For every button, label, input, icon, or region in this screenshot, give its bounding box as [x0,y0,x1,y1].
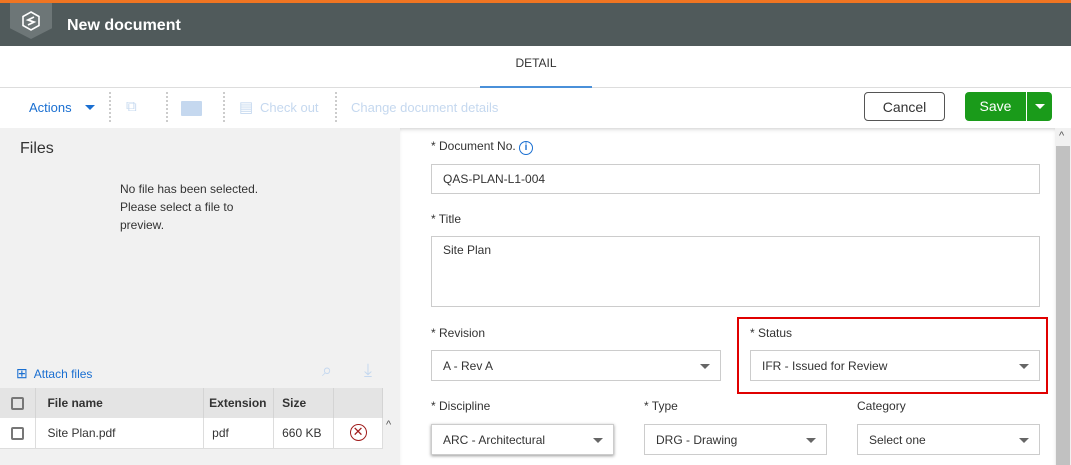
document-no-input[interactable]: QAS-PLAN-L1-004 [431,164,1040,194]
detail-form: * Document No. i QAS-PLAN-L1-004 * Title… [400,128,1055,465]
file-extension: pdf [203,418,275,449]
change-document-details-button[interactable]: Change document details [351,100,498,115]
scroll-up-icon[interactable]: ^ [1059,130,1064,142]
select-all-checkbox[interactable] [11,397,24,411]
page-title: New document [67,17,181,34]
files-table: File name Extension Size Site Plan.pdf p… [0,388,383,449]
title-textarea[interactable]: Site Plan [431,236,1040,307]
scrollbar-thumb[interactable] [1056,146,1070,465]
row-checkbox[interactable] [11,426,24,440]
table-header: File name Extension Size [0,388,383,418]
title-label: * Title [431,212,462,226]
download-icon[interactable]: ⤓ [364,360,372,381]
app-header: New document [0,0,1071,46]
chevron-down-icon[interactable] [85,105,95,110]
checkout-icon[interactable]: ▤ [239,98,253,116]
remove-file-icon[interactable]: ✕ [349,424,367,442]
save-options-button[interactable] [1027,92,1052,121]
discipline-select[interactable]: ARC - Architectural [431,424,614,455]
tab-bar: DETAIL [0,46,1071,88]
column-extension[interactable]: Extension [203,388,275,418]
table-row[interactable]: Site Plan.pdf pdf 660 KB ✕ [0,418,383,449]
files-heading: Files [20,140,54,157]
files-panel: Files No file has been selected. Please … [0,128,400,465]
chevron-down-icon [1034,104,1045,109]
save-button[interactable]: Save [965,92,1027,121]
attach-icon: ⊞ [16,365,28,381]
toolbar: Actions ⧉ ▤ Check out Change document de… [0,88,1071,128]
column-size[interactable]: Size [273,388,335,418]
type-label: * Type [644,399,678,413]
info-icon[interactable]: i [519,141,534,155]
file-size: 660 KB [273,418,335,449]
preview-icon[interactable]: ⌕ [322,360,332,381]
copy-icon[interactable]: ⧉ [126,98,137,115]
document-no-label: * Document No. i [431,139,534,155]
scroll-up-icon[interactable]: ^ [386,419,391,431]
scrollbar[interactable]: ^ [1055,128,1071,465]
actions-menu[interactable]: Actions [29,100,72,115]
attach-files-button[interactable]: ⊞ Attach files [16,365,92,382]
revision-select[interactable]: A - Rev A [431,350,721,381]
category-select[interactable]: Select one [857,424,1040,455]
type-select[interactable]: DRG - Drawing [644,424,827,455]
attach-files-label: Attach files [33,366,93,381]
column-file-name[interactable]: File name [35,388,205,418]
save-button-group: Save [965,92,1052,121]
no-file-message: No file has been selected. Please select… [120,182,259,232]
discipline-label: * Discipline [431,399,491,413]
file-name: Site Plan.pdf [35,418,205,449]
tab-detail[interactable]: DETAIL [480,46,592,88]
status-highlight-box [737,317,1048,394]
folder-icon[interactable] [181,101,202,116]
cancel-button[interactable]: Cancel [864,92,945,121]
app-logo-icon [10,3,52,39]
check-out-button[interactable]: Check out [260,100,319,115]
category-label: Category [857,399,906,413]
revision-label: * Revision [431,326,486,340]
